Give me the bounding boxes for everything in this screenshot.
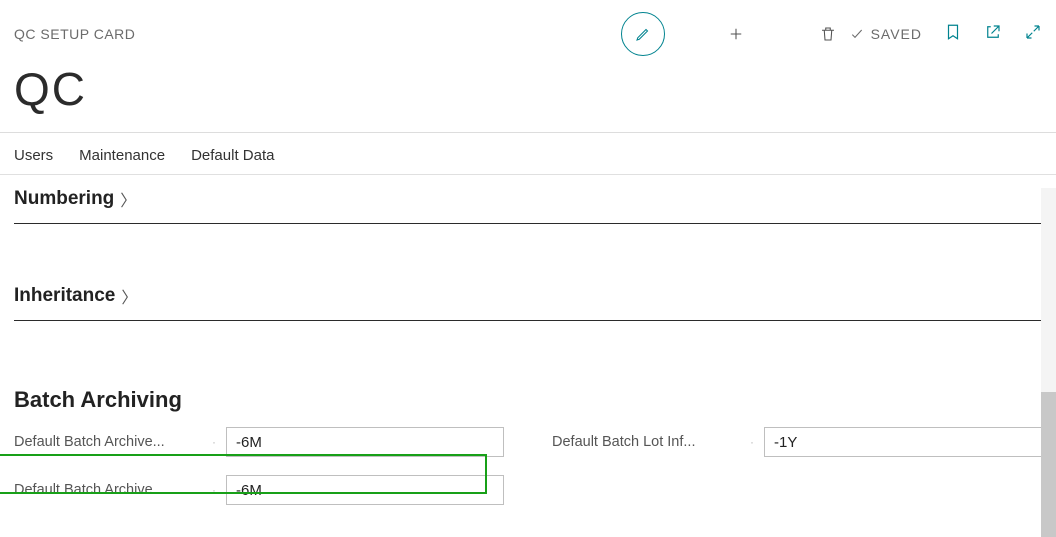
- tab-default-data[interactable]: Default Data: [191, 147, 274, 164]
- dots-separator: ·: [742, 435, 764, 449]
- dots-separator: ·: [204, 435, 226, 449]
- section-batch-archiving[interactable]: Batch Archiving: [14, 369, 1042, 427]
- field-label: Default Batch Archive...: [14, 434, 204, 450]
- popout-icon: [984, 23, 1002, 41]
- default-batch-archive-2-input[interactable]: [226, 475, 504, 505]
- plus-icon: [727, 25, 745, 43]
- action-tabs: Users Maintenance Default Data: [0, 133, 1056, 175]
- delete-button[interactable]: [807, 13, 849, 55]
- saved-label: SAVED: [871, 26, 922, 42]
- edit-button[interactable]: [621, 12, 665, 56]
- chevron-right-icon: 〉: [120, 187, 136, 211]
- page-title: QC: [0, 56, 1056, 132]
- chevron-right-icon: 〉: [121, 284, 137, 308]
- card-type-label: QC SETUP CARD: [14, 26, 135, 42]
- vertical-scrollbar[interactable]: [1041, 188, 1056, 537]
- field-default-batch-lot-info: Default Batch Lot Inf... ·: [552, 427, 1042, 457]
- default-batch-lot-info-input[interactable]: [764, 427, 1042, 457]
- check-icon: [849, 26, 865, 42]
- section-numbering-label: Numbering: [14, 188, 114, 210]
- default-batch-archive-1-input[interactable]: [226, 427, 504, 457]
- tab-maintenance[interactable]: Maintenance: [79, 147, 165, 164]
- bookmark-button[interactable]: [944, 23, 962, 46]
- field-default-batch-archive-1: Default Batch Archive... ·: [14, 427, 504, 457]
- section-inheritance[interactable]: Inheritance 〉: [14, 280, 1042, 312]
- popout-button[interactable]: [984, 23, 1002, 46]
- section-inheritance-label: Inheritance: [14, 285, 115, 307]
- expand-icon: [1024, 23, 1042, 41]
- bookmark-icon: [944, 23, 962, 41]
- new-button[interactable]: [715, 13, 757, 55]
- field-default-batch-archive-2: Default Batch Archive... ·: [14, 475, 504, 505]
- section-numbering[interactable]: Numbering 〉: [14, 183, 1042, 215]
- tab-users[interactable]: Users: [14, 147, 53, 164]
- field-label: Default Batch Lot Inf...: [552, 434, 742, 450]
- saved-status: SAVED: [849, 26, 922, 42]
- dots-separator: ·: [204, 483, 226, 497]
- trash-icon: [819, 25, 837, 43]
- scroll-thumb[interactable]: [1041, 392, 1056, 537]
- expand-button[interactable]: [1024, 23, 1042, 46]
- pencil-icon: [634, 25, 652, 43]
- field-label: Default Batch Archive...: [14, 482, 204, 498]
